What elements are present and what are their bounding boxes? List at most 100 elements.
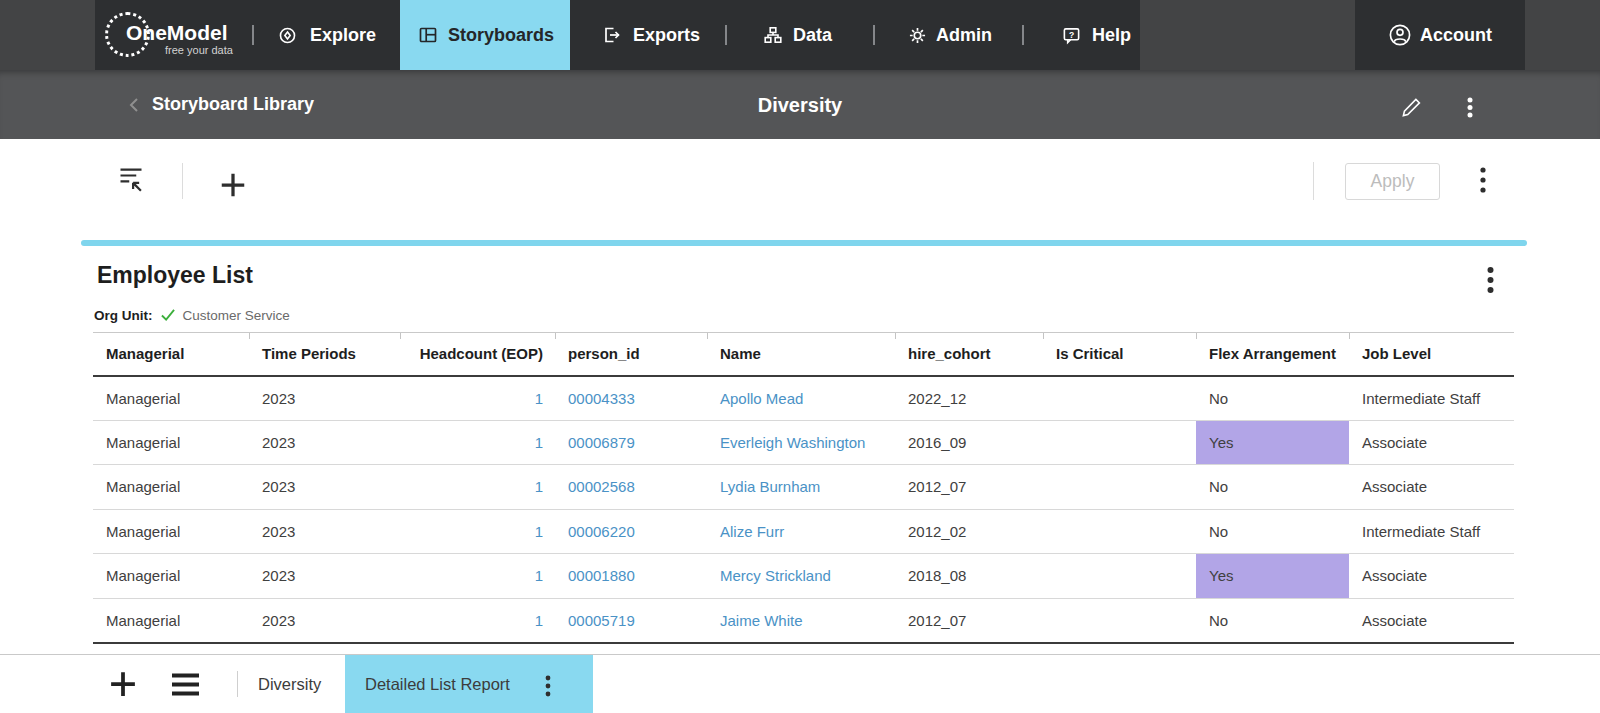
svg-text:?: ? <box>1069 29 1074 39</box>
column-header[interactable]: Time Periods <box>249 333 400 376</box>
table-cell: Associate <box>1349 598 1514 643</box>
table-cell: Managerial <box>93 598 249 643</box>
column-header[interactable]: hire_cohort <box>895 333 1043 376</box>
table-cell: Associate <box>1349 420 1514 465</box>
pages-menu-icon[interactable] <box>170 672 201 697</box>
table-header: ManagerialTime PeriodsHeadcount (EOP)per… <box>93 333 1514 376</box>
tab-kebab-icon[interactable] <box>545 675 551 697</box>
table-cell: 2023 <box>249 376 400 421</box>
nav-label: Data <box>793 25 832 46</box>
table-cell[interactable]: 1 <box>400 509 555 554</box>
tab-detailed-list-report[interactable]: Detailed List Report <box>345 655 593 713</box>
table-cell: 2012_07 <box>895 465 1043 510</box>
table-row: Managerial2023100002568Lydia Burnham2012… <box>93 465 1514 510</box>
account-icon <box>1388 23 1412 47</box>
tab-label: Diversity <box>258 675 321 694</box>
table-cell[interactable]: 1 <box>400 554 555 599</box>
table-cell: 2023 <box>249 465 400 510</box>
filter-value: Customer Service <box>183 308 290 323</box>
table-cell <box>1043 465 1196 510</box>
column-header[interactable]: Headcount (EOP) <box>400 333 555 376</box>
table-row: Managerial2023100006879Everleigh Washing… <box>93 420 1514 465</box>
nav-label: Exports <box>633 25 700 46</box>
table-cell[interactable]: 00001880 <box>555 554 707 599</box>
brand-name: OneModel <box>126 21 228 45</box>
table-cell[interactable]: 00005719 <box>555 598 707 643</box>
table-cell: Yes <box>1196 554 1349 599</box>
table-cell: Managerial <box>93 554 249 599</box>
nav-label: Help <box>1092 25 1131 46</box>
check-icon <box>160 308 176 322</box>
table-cell: Yes <box>1196 420 1349 465</box>
nav-item-explore[interactable]: Explore <box>278 0 376 70</box>
table-cell: 2023 <box>249 509 400 554</box>
toolbar-kebab-icon[interactable] <box>1480 167 1486 193</box>
toolbar-divider <box>1313 162 1314 200</box>
nav-item-exports[interactable]: Exports <box>602 0 700 70</box>
table-row: Managerial2023100006220Alize Furr2012_02… <box>93 509 1514 554</box>
table-cell[interactable]: 00006220 <box>555 509 707 554</box>
collapse-list-icon[interactable] <box>117 163 145 195</box>
table-cell: Managerial <box>93 465 249 510</box>
table-cell[interactable]: 00004333 <box>555 376 707 421</box>
add-tile-icon[interactable] <box>218 170 248 200</box>
table-cell[interactable]: Apollo Mead <box>707 376 895 421</box>
table-cell[interactable]: 00006879 <box>555 420 707 465</box>
table-cell <box>1043 509 1196 554</box>
table-cell <box>1043 376 1196 421</box>
table-cell[interactable]: Lydia Burnham <box>707 465 895 510</box>
help-icon: ? <box>1062 26 1081 45</box>
column-header[interactable]: Managerial <box>93 333 249 376</box>
table-row: Managerial2023100004333Apollo Mead2022_1… <box>93 376 1514 421</box>
add-page-icon[interactable] <box>108 669 138 699</box>
table-cell[interactable]: 1 <box>400 598 555 643</box>
table-cell[interactable]: 1 <box>400 420 555 465</box>
back-to-library[interactable]: Storyboard Library <box>128 70 314 139</box>
data-icon <box>763 25 783 45</box>
table-cell: Managerial <box>93 509 249 554</box>
org-unit-filter[interactable]: Org Unit: Customer Service <box>94 304 290 326</box>
table-cell[interactable]: Everleigh Washington <box>707 420 895 465</box>
table-body: Managerial2023100004333Apollo Mead2022_1… <box>93 376 1514 643</box>
nav-item-data[interactable]: Data <box>763 0 832 70</box>
nav-label: Storyboards <box>448 25 554 46</box>
table-cell: 2023 <box>249 420 400 465</box>
table-cell: 2023 <box>249 554 400 599</box>
chevron-left-icon <box>128 97 140 113</box>
table-cell[interactable]: 1 <box>400 376 555 421</box>
storyboard-kebab-icon[interactable] <box>1467 97 1473 118</box>
nav-item-storyboards[interactable]: Storyboards <box>400 0 570 70</box>
nav-item-help[interactable]: ? Help <box>1062 0 1131 70</box>
filter-label: Org Unit: <box>94 308 153 323</box>
card-kebab-icon[interactable] <box>1487 267 1494 293</box>
card-title: Employee List <box>97 262 253 289</box>
table-cell[interactable]: 00002568 <box>555 465 707 510</box>
tab-diversity[interactable]: Diversity <box>258 655 321 713</box>
edit-pencil-icon[interactable] <box>1399 95 1424 120</box>
table-cell: Managerial <box>93 420 249 465</box>
table-cell <box>1043 554 1196 599</box>
table-cell: 2018_08 <box>895 554 1043 599</box>
storyboards-icon <box>418 25 438 45</box>
storyboard-toolbar: Apply <box>0 139 1600 240</box>
table-cell[interactable]: Mercy Strickland <box>707 554 895 599</box>
brand-tagline: free your data <box>165 44 233 56</box>
onemodel-logo[interactable]: OneModel free your data <box>105 0 250 70</box>
column-header[interactable]: Flex Arrangement <box>1196 333 1349 376</box>
table-cell <box>1043 598 1196 643</box>
account-menu[interactable]: Account <box>1388 0 1492 70</box>
column-header[interactable]: Job Level <box>1349 333 1514 376</box>
table-cell[interactable]: 1 <box>400 465 555 510</box>
column-header[interactable]: Is Critical <box>1043 333 1196 376</box>
column-header[interactable]: person_id <box>555 333 707 376</box>
table-cell[interactable]: Alize Furr <box>707 509 895 554</box>
storyboard-page-tabs-bar: Diversity Detailed List Report <box>0 654 1600 713</box>
apply-button[interactable]: Apply <box>1345 163 1440 200</box>
table-cell: No <box>1196 509 1349 554</box>
column-header[interactable]: Name <box>707 333 895 376</box>
nav-item-admin[interactable]: Admin <box>907 0 992 70</box>
nav-label: Admin <box>936 25 992 46</box>
admin-gear-icon <box>907 25 928 46</box>
table-cell[interactable]: Jaime White <box>707 598 895 643</box>
employee-list-card: Employee List Org Unit: Customer Service… <box>81 240 1527 246</box>
